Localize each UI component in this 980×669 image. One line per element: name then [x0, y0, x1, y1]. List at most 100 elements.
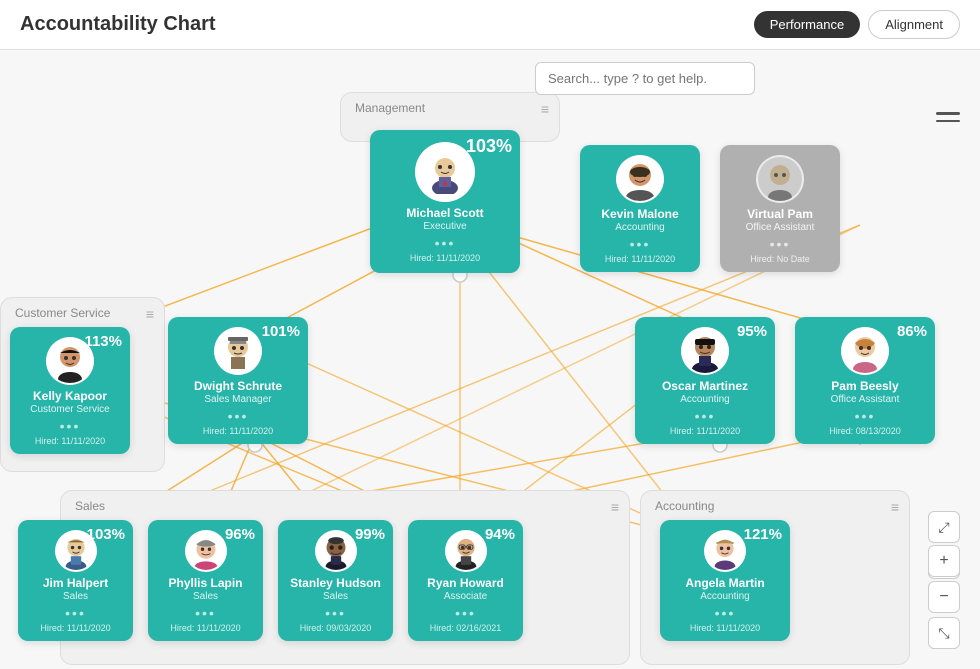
jim-hired: Hired: 11/11/2020 — [40, 623, 110, 633]
zoom-controls: + − ⤡ — [928, 545, 960, 649]
sales-label: Sales — [75, 499, 105, 513]
kelly-dots[interactable]: ••• — [60, 418, 81, 434]
pam-avatar — [841, 327, 889, 375]
employee-card-virtual-pam[interactable]: Virtual Pam Office Assistant ••• Hired: … — [720, 145, 840, 272]
stanley-hired: Hired: 09/03/2020 — [300, 623, 372, 633]
ryan-percent: 94% — [485, 526, 515, 543]
kevin-role: Accounting — [615, 222, 664, 233]
employee-card-stanley[interactable]: 99% Stanley Hudson Sales ••• Hired: 09/0… — [278, 520, 393, 641]
accounting-group-menu[interactable]: ≡ — [891, 499, 899, 515]
ryan-name: Ryan Howard — [427, 576, 504, 590]
phyllis-percent: 96% — [225, 526, 255, 543]
zoom-in-button[interactable]: + — [928, 545, 960, 577]
pam-hired: Hired: 08/13/2020 — [829, 426, 901, 436]
oscar-hired: Hired: 11/11/2020 — [670, 426, 740, 436]
jim-dots[interactable]: ••• — [65, 605, 86, 621]
phyllis-name: Phyllis Lapin — [168, 576, 242, 590]
virtual-pam-name: Virtual Pam — [747, 207, 813, 221]
dwight-role: Sales Manager — [204, 394, 271, 405]
pam-dots[interactable]: ••• — [855, 408, 876, 424]
chart-area: Management ≡ 103% Michael Scott Executiv… — [0, 50, 980, 669]
kelly-role: Customer Service — [30, 404, 109, 415]
employee-card-kelly[interactable]: 113% Kelly Kapoor Customer Service ••• H… — [10, 327, 130, 454]
angela-avatar — [704, 530, 746, 572]
accounting-label: Accounting — [655, 499, 714, 513]
employee-card-dwight[interactable]: 101% Dwight Schrute Sales Manager ••• Hi… — [168, 317, 308, 444]
stanley-name: Stanley Hudson — [290, 576, 381, 590]
angela-role: Accounting — [700, 591, 749, 602]
oscar-percent: 95% — [737, 323, 767, 340]
cs-group-menu[interactable]: ≡ — [146, 306, 154, 322]
oscar-avatar — [681, 327, 729, 375]
stanley-dots[interactable]: ••• — [325, 605, 346, 621]
virtual-pam-avatar — [756, 155, 804, 203]
expand-icon[interactable]: ⤢ — [928, 511, 960, 543]
ryan-dots[interactable]: ••• — [455, 605, 476, 621]
employee-card-pam[interactable]: 86% Pam Beesly Office Assistant ••• Hire… — [795, 317, 935, 444]
alignment-button[interactable]: Alignment — [868, 10, 960, 39]
oscar-name: Oscar Martinez — [662, 379, 748, 393]
ryan-hired: Hired: 02/16/2021 — [430, 623, 502, 633]
michael-role: Executive — [423, 221, 466, 232]
michael-percent: 103% — [466, 136, 512, 157]
angela-hired: Hired: 11/11/2020 — [690, 623, 760, 633]
search-input[interactable] — [535, 62, 755, 95]
virtual-pam-dots[interactable]: ••• — [770, 236, 791, 252]
jim-role: Sales — [63, 591, 88, 602]
pam-name: Pam Beesly — [831, 379, 898, 393]
stanley-percent: 99% — [355, 526, 385, 543]
kevin-name: Kevin Malone — [601, 207, 678, 221]
hamburger-menu[interactable] — [936, 112, 960, 122]
kevin-avatar — [616, 155, 664, 203]
angela-name: Angela Martin — [685, 576, 764, 590]
header: Accountability Chart Performance Alignme… — [0, 0, 980, 50]
stanley-avatar — [315, 530, 357, 572]
virtual-pam-role: Office Assistant — [746, 222, 815, 233]
phyllis-avatar — [185, 530, 227, 572]
ryan-avatar — [445, 530, 487, 572]
sales-group-menu[interactable]: ≡ — [611, 499, 619, 515]
pam-percent: 86% — [897, 323, 927, 340]
ryan-role: Associate — [444, 591, 487, 602]
performance-button[interactable]: Performance — [754, 11, 860, 38]
jim-percent: 103% — [87, 526, 125, 543]
kelly-name: Kelly Kapoor — [33, 389, 107, 403]
management-group-menu[interactable]: ≡ — [541, 101, 549, 117]
employee-card-oscar[interactable]: 95% Oscar Martinez Accounting ••• Hired:… — [635, 317, 775, 444]
dwight-avatar — [214, 327, 262, 375]
cs-label: Customer Service — [15, 306, 110, 320]
employee-card-kevin[interactable]: Kevin Malone Accounting ••• Hired: 11/11… — [580, 145, 700, 272]
management-label: Management — [355, 101, 425, 115]
oscar-role: Accounting — [680, 394, 729, 405]
angela-dots[interactable]: ••• — [715, 605, 736, 621]
employee-card-jim[interactable]: 103% Jim Halpert Sales ••• Hired: 11/11/… — [18, 520, 133, 641]
angela-percent: 121% — [744, 526, 782, 543]
phyllis-hired: Hired: 11/11/2020 — [170, 623, 240, 633]
virtual-pam-hired: Hired: No Date — [750, 254, 810, 264]
jim-name: Jim Halpert — [43, 576, 108, 590]
stanley-role: Sales — [323, 591, 348, 602]
employee-card-angela[interactable]: 121% Angela Martin Accounting ••• Hired:… — [660, 520, 790, 641]
michael-dots[interactable]: ••• — [435, 235, 456, 251]
oscar-dots[interactable]: ••• — [695, 408, 716, 424]
phyllis-dots[interactable]: ••• — [195, 605, 216, 621]
kelly-hired: Hired: 11/11/2020 — [35, 436, 105, 446]
header-controls: Performance Alignment — [754, 10, 960, 39]
michael-hired: Hired: 11/11/2020 — [410, 253, 480, 263]
phyllis-role: Sales — [193, 591, 218, 602]
collapse-icon[interactable]: ⤡ — [928, 617, 960, 649]
dwight-percent: 101% — [262, 323, 300, 340]
dwight-hired: Hired: 11/11/2020 — [203, 426, 273, 436]
michael-name: Michael Scott — [406, 206, 483, 220]
zoom-out-button[interactable]: − — [928, 581, 960, 613]
kelly-percent: 113% — [84, 333, 122, 350]
dwight-name: Dwight Schrute — [194, 379, 282, 393]
employee-card-ryan[interactable]: 94% Ryan Howard Associate ••• Hired: 02/… — [408, 520, 523, 641]
page-title: Accountability Chart — [20, 13, 216, 36]
kevin-hired: Hired: 11/11/2020 — [605, 254, 675, 264]
kevin-dots[interactable]: ••• — [630, 236, 651, 252]
employee-card-michael[interactable]: 103% Michael Scott Executive ••• Hired: … — [370, 130, 520, 273]
dwight-dots[interactable]: ••• — [228, 408, 249, 424]
employee-card-phyllis[interactable]: 96% Phyllis Lapin Sales ••• Hired: 11/11… — [148, 520, 263, 641]
pam-role: Office Assistant — [831, 394, 900, 405]
